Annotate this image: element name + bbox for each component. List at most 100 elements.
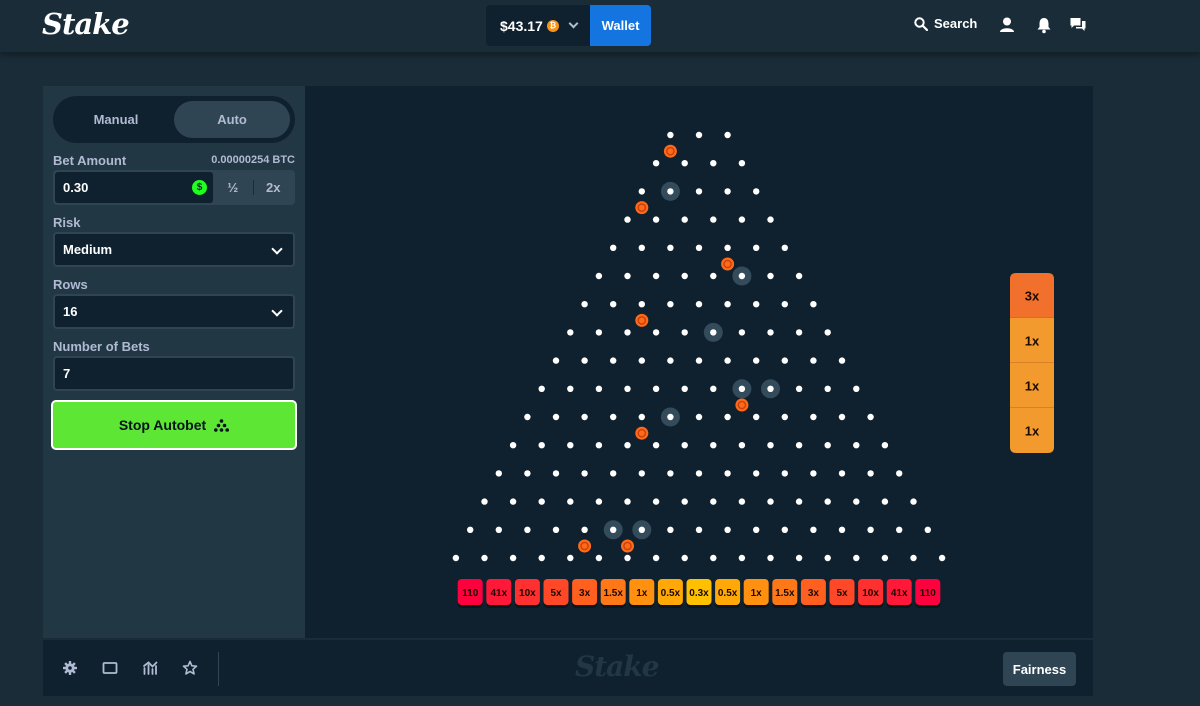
tab-manual[interactable]: Manual [58, 101, 174, 138]
peg [838, 526, 846, 533]
peg [667, 526, 674, 533]
peg [581, 357, 588, 364]
peg [810, 357, 817, 364]
peg [638, 301, 645, 308]
settings-icon[interactable] [62, 660, 78, 676]
peg [595, 442, 603, 449]
peg [753, 526, 760, 533]
stats-icon[interactable] [142, 660, 158, 676]
peg [567, 385, 574, 392]
multiplier-label: 5x [836, 588, 848, 599]
peg [795, 554, 803, 562]
bet-amount-input[interactable]: 0.30 $ [55, 172, 213, 203]
peg [538, 442, 545, 449]
peg [853, 442, 860, 449]
peg [509, 554, 517, 562]
wallet-button[interactable]: Wallet [590, 5, 651, 46]
chat-icon[interactable] [1069, 16, 1087, 34]
peg [524, 526, 531, 533]
double-bet-button[interactable]: 2x [254, 172, 294, 203]
peg [738, 160, 746, 167]
rows-label: Rows [53, 277, 88, 292]
peg [838, 413, 846, 421]
multiplier-label: 41x [891, 588, 908, 599]
peg [652, 498, 660, 505]
peg [767, 329, 774, 336]
peg [610, 470, 617, 477]
multiplier-label: 110 [462, 588, 479, 599]
peg [824, 442, 831, 449]
peg [724, 357, 731, 364]
peg [724, 470, 731, 477]
peg [595, 385, 603, 392]
star-icon[interactable] [182, 660, 198, 676]
rows-select[interactable]: 16 [53, 294, 295, 329]
footer-divider [218, 652, 219, 686]
peg [724, 301, 731, 308]
peg [853, 385, 860, 392]
chevron-down-icon [568, 18, 579, 29]
balance-selector[interactable]: $43.17 ₿ [486, 5, 590, 46]
stop-autobet-button[interactable]: Stop Autobet [51, 400, 297, 450]
peg [481, 498, 488, 505]
multiplier-label: 1x [751, 588, 763, 599]
peg [867, 470, 874, 477]
peg [681, 498, 688, 505]
user-icon[interactable] [998, 16, 1016, 34]
peg [595, 272, 603, 280]
bet-controls-panel: Manual Auto Bet Amount 0.00000254 BTC 0.… [43, 86, 305, 638]
peg [552, 470, 560, 477]
peg [667, 244, 674, 251]
peg [481, 554, 488, 562]
risk-select[interactable]: Medium [53, 232, 295, 267]
tab-auto[interactable]: Auto [174, 101, 290, 138]
bet-amount-value: 0.30 [63, 180, 89, 195]
peg [509, 498, 517, 505]
stop-autobet-label: Stop Autobet [118, 417, 207, 433]
peg [667, 470, 674, 477]
search-button[interactable]: Search [914, 16, 977, 31]
bell-icon[interactable] [1035, 16, 1053, 34]
peg [767, 498, 774, 505]
peg [610, 357, 617, 364]
peg [667, 413, 674, 421]
peg [624, 385, 631, 392]
peg [467, 526, 474, 533]
peg [638, 357, 645, 364]
dollar-coin-icon: $ [192, 180, 207, 195]
history-result-label: 3x [1025, 289, 1040, 304]
peg [638, 188, 645, 195]
peg [667, 131, 674, 139]
multiplier-label: 5x [550, 588, 562, 599]
theatre-mode-icon[interactable] [102, 660, 118, 676]
fairness-button[interactable]: Fairness [1003, 652, 1076, 686]
peg [524, 470, 531, 477]
multiplier-label: 0.5x [718, 588, 738, 599]
multiplier-label: 41x [490, 588, 507, 599]
stake-logo[interactable]: Stake [42, 7, 130, 41]
peg [509, 442, 517, 449]
peg [753, 301, 760, 308]
number-of-bets-input[interactable]: 7 [53, 356, 295, 391]
ball [621, 539, 634, 553]
half-bet-button[interactable]: ½ [213, 172, 253, 203]
peg [724, 131, 731, 139]
peg [710, 442, 717, 449]
peg [552, 526, 560, 533]
peg [624, 498, 631, 505]
peg [695, 244, 703, 251]
peg [624, 329, 631, 336]
peg [867, 413, 874, 421]
peg [824, 329, 831, 336]
peg [610, 301, 617, 308]
ball [735, 398, 749, 412]
peg [681, 385, 688, 392]
peg [567, 554, 574, 562]
multiplier-label: 110 [920, 588, 937, 599]
peg [738, 329, 746, 336]
multiplier-label: 0.3x [689, 588, 709, 599]
peg [695, 413, 703, 421]
peg [624, 442, 631, 449]
peg [624, 554, 631, 562]
peg [753, 357, 760, 364]
